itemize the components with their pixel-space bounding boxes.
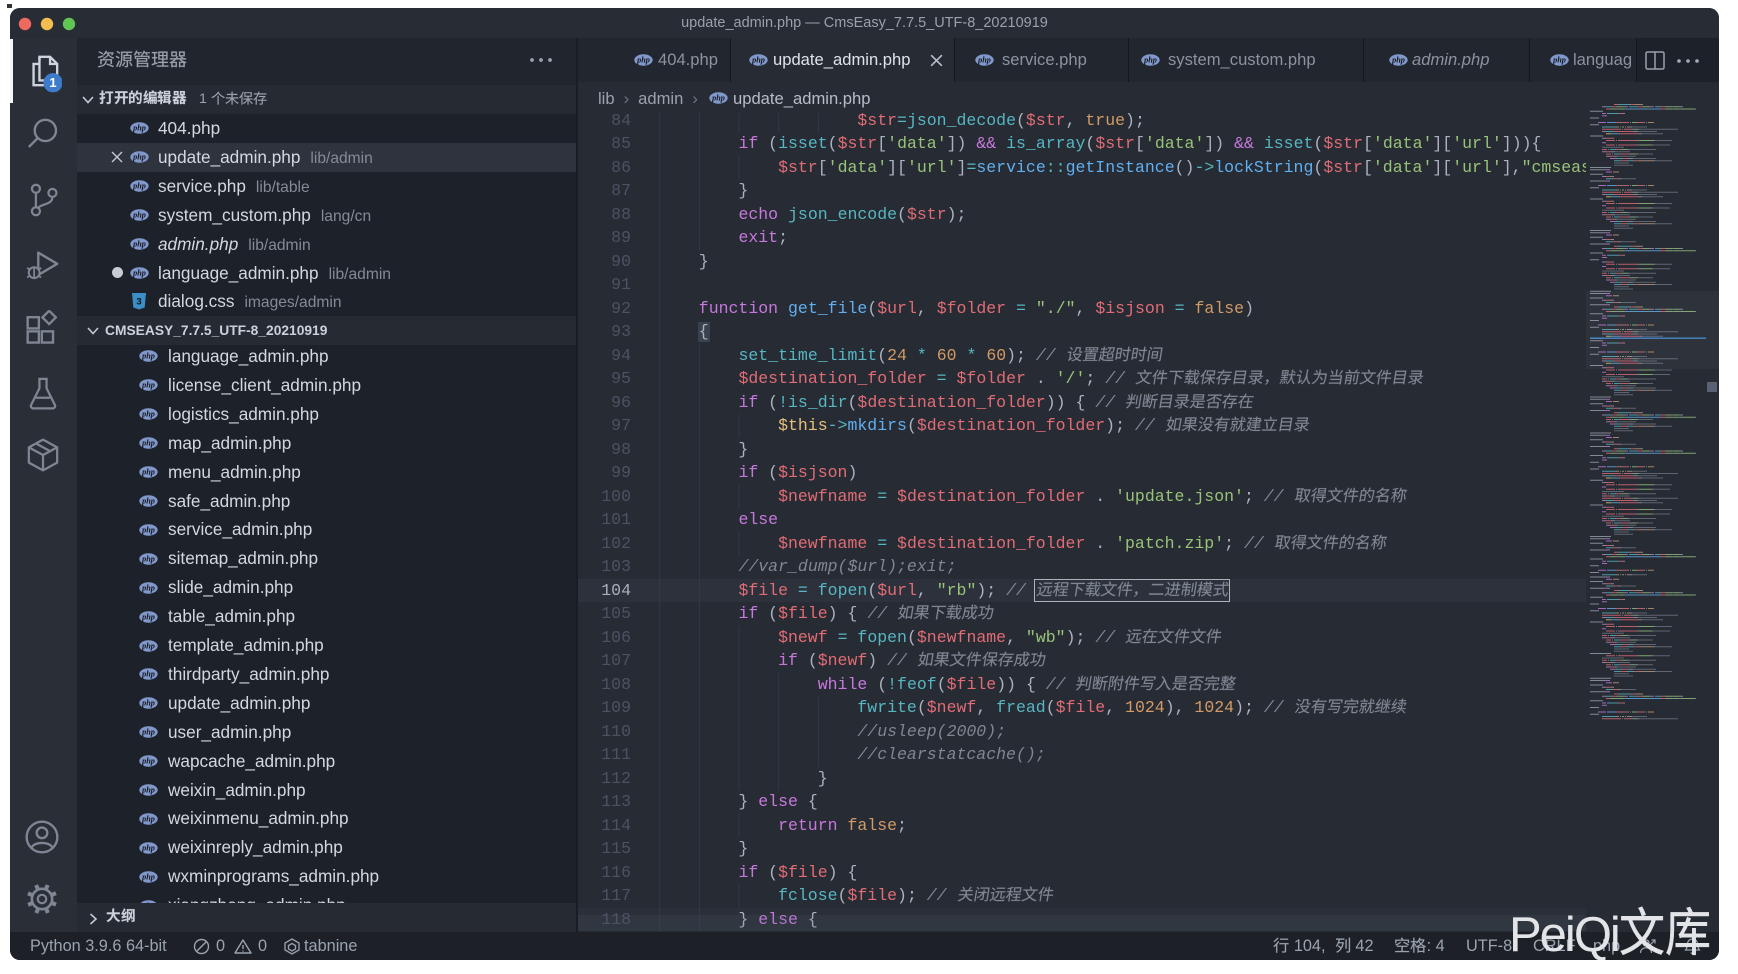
svg-text:php: php [1143,56,1157,65]
svg-text:php: php [1391,56,1405,65]
svg-text:php: php [751,56,765,65]
svg-text:php: php [711,94,725,103]
svg-text:php: php [977,56,991,65]
svg-text:php: php [636,56,650,65]
svg-text:php: php [1552,56,1566,65]
